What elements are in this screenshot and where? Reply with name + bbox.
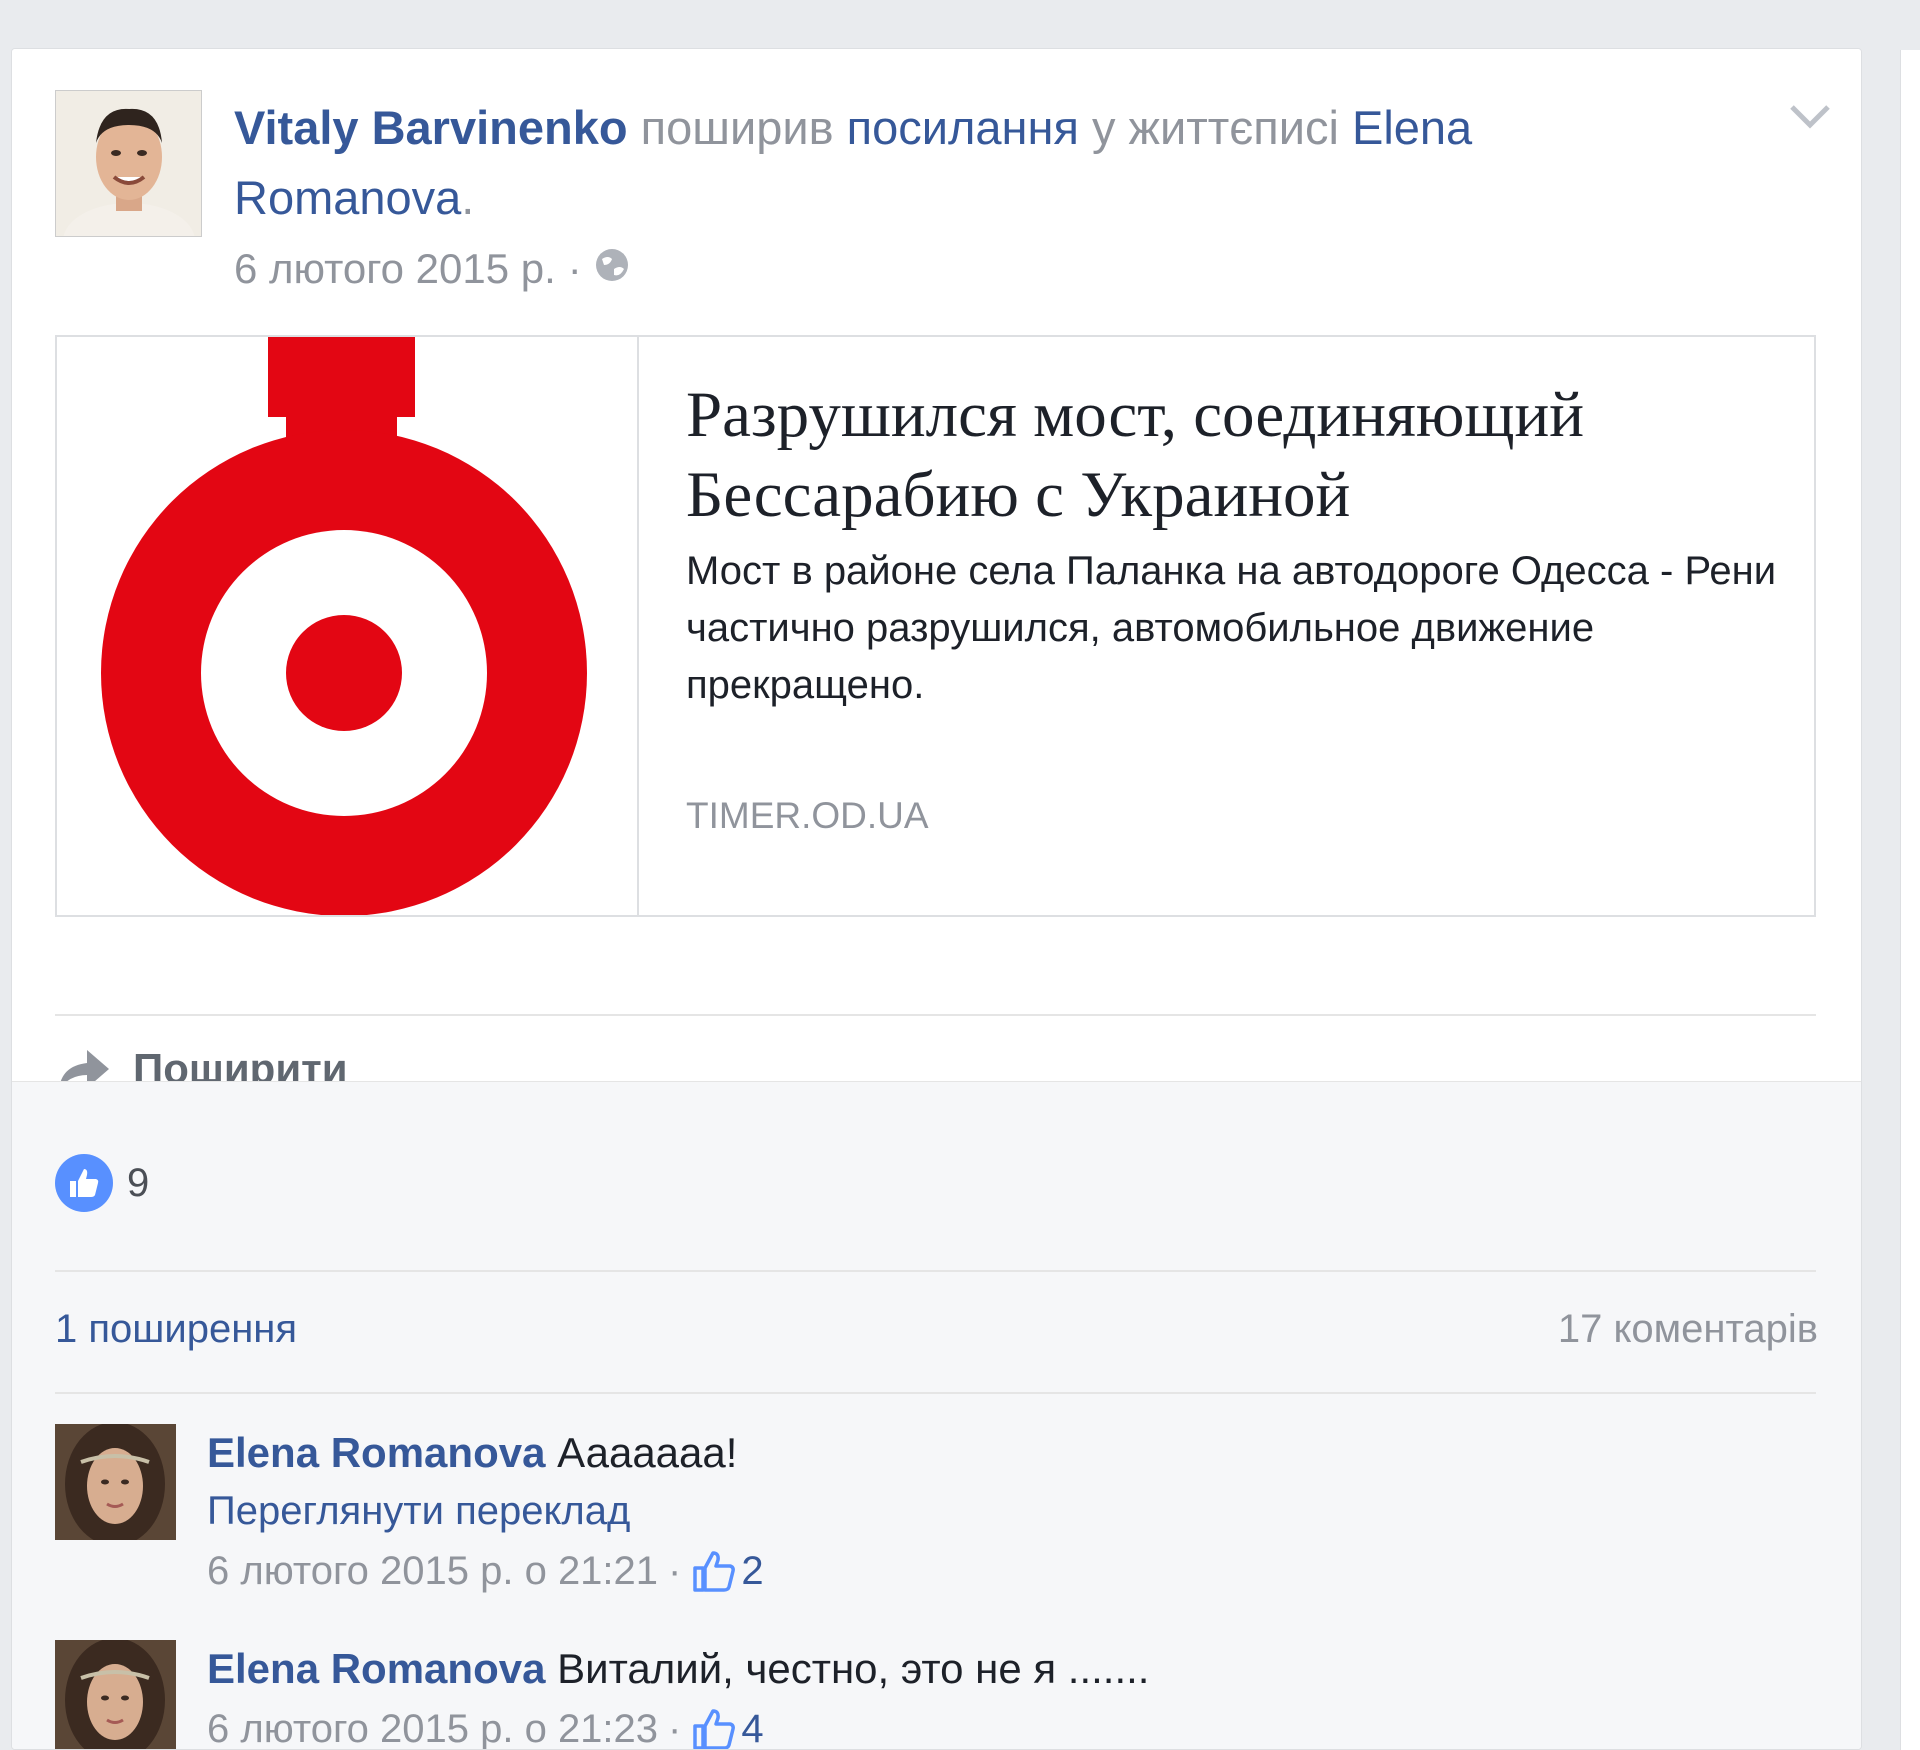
likes-count: 9 [127,1160,150,1205]
comment-timestamp[interactable]: 6 лютого 2015 р. о 21:23 [207,1700,658,1749]
right-column-edge [1900,50,1920,1750]
globe-icon[interactable] [594,245,630,293]
thumbs-up-icon [693,1551,736,1592]
comment-likes[interactable]: 4 [691,1700,764,1750]
comment-meta: 6 лютого 2015 р. о 21:23 · 4 [207,1700,1707,1750]
header-period: . [461,171,475,224]
timeline-text: у життєписі [1091,101,1339,154]
comment-text: Ааааааа! [557,1429,738,1476]
comment-text-line: Elena Romanova Виталий, честно, это не я… [207,1640,1707,1698]
comment-author-link[interactable]: Elena Romanova [207,1645,545,1692]
post-meta: 6 лютого 2015 р. · [234,245,630,293]
post-feedback: 9 1 поширення 17 коментарів Elena Romano… [12,1081,1861,1750]
post-content: Vitaly Barvinenko поширив посилання у жи… [12,49,1861,1092]
comment-text-line: Elena Romanova Ааааааа! [207,1424,1707,1482]
commenter-avatar[interactable] [55,1424,176,1540]
stats-divider [55,1270,1816,1272]
comment-body: Elena Romanova Виталий, честно, это не я… [207,1640,1707,1750]
link-preview[interactable]: Разрушился мост, соединяющий Бессарабию … [55,335,1816,917]
comment-body: Elena Romanova Ааааааа! Переглянути пере… [207,1424,1707,1600]
shares-count-link[interactable]: 1 поширення [55,1307,297,1352]
post-card: Vitaly Barvinenko поширив посилання у жи… [11,48,1862,1750]
post-timestamp[interactable]: 6 лютого 2015 р. [234,245,556,293]
action-text: поширив [640,101,834,154]
commenter-avatar[interactable] [55,1640,176,1749]
meta-separator: · [567,245,582,292]
timer-logo-icon [101,337,587,915]
action-divider [55,1014,1816,1016]
chevron-down-icon[interactable] [1787,101,1833,135]
comment-meta: 6 лютого 2015 р. о 21:21 · 2 [207,1542,1707,1600]
comment-meta-separator: · [668,1549,682,1593]
thumbs-up-icon [693,1709,736,1749]
link-preview-domain: TIMER.OD.UA [686,795,929,836]
comment-likes[interactable]: 2 [691,1542,764,1600]
see-translation-link[interactable]: Переглянути переклад [207,1482,1707,1540]
comment-likes-count: 2 [741,1549,764,1593]
comments-divider [55,1392,1816,1394]
author-name-link[interactable]: Vitaly Barvinenko [234,101,628,154]
target-last-name[interactable]: Romanova [234,171,461,224]
link-label[interactable]: посилання [847,101,1079,154]
link-preview-image [57,337,639,915]
comment-text: Виталий, честно, это не я ....... [557,1645,1150,1692]
comment-author-link[interactable]: Elena Romanova [207,1429,545,1476]
comment-timestamp[interactable]: 6 лютого 2015 р. о 21:21 [207,1542,658,1600]
link-preview-title[interactable]: Разрушился мост, соединяющий Бессарабию … [686,375,1786,535]
comment-meta-separator: · [668,1707,682,1750]
author-avatar[interactable] [55,90,202,237]
link-preview-description: Мост в районе села Паланка на автодороге… [686,549,1777,707]
comment-likes-count: 4 [741,1707,764,1750]
author-avatar-image [56,91,201,236]
target-first-name[interactable]: Elena [1352,101,1472,154]
comments-count-link[interactable]: 17 коментарів [1558,1307,1818,1352]
like-reaction-icon [55,1154,113,1212]
post-header: Vitaly Barvinenko поширив посилання у жи… [234,93,1654,233]
likes-summary[interactable]: 9 [55,1154,149,1212]
